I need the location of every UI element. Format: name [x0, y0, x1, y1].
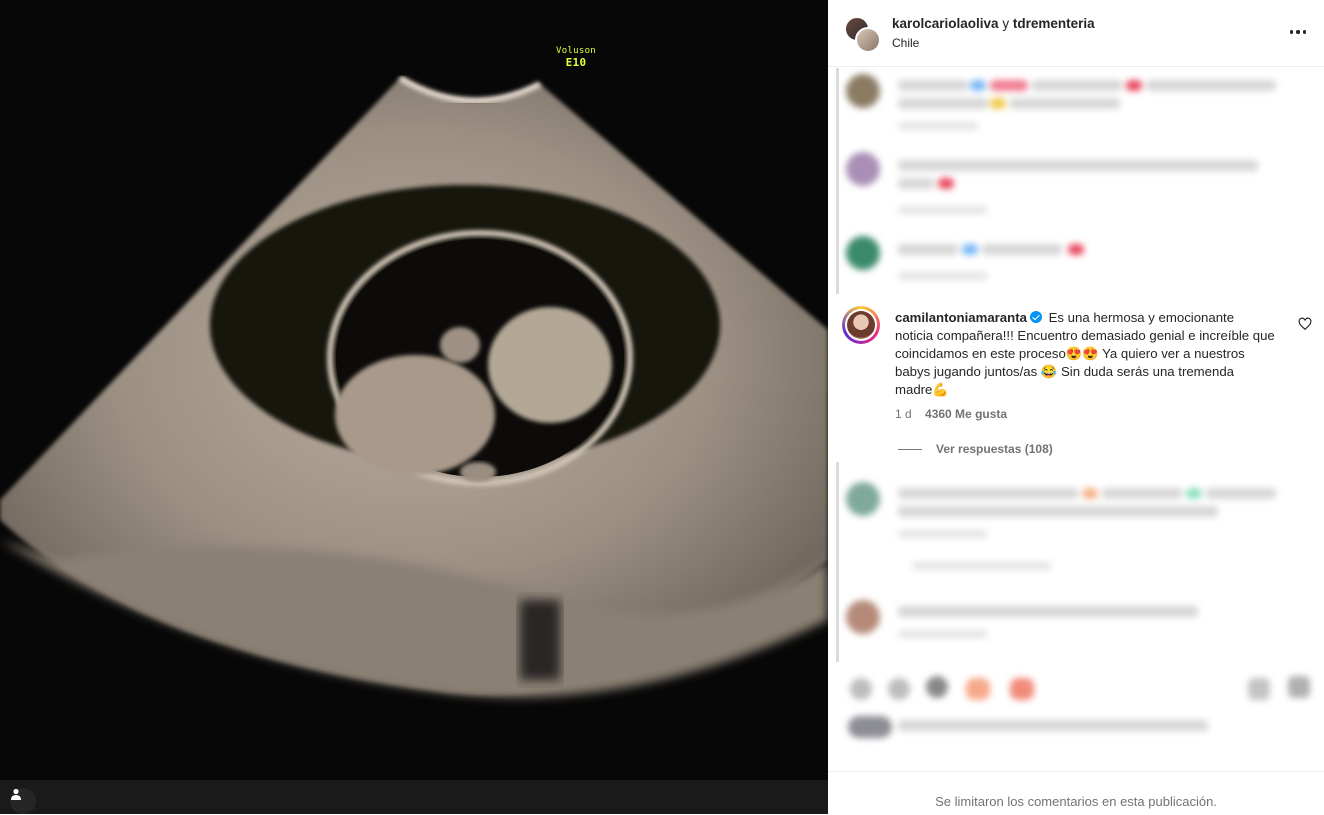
blurred-comment: [842, 476, 1312, 576]
replies-divider: [898, 449, 922, 451]
scanner-brand: Voluson: [556, 46, 597, 56]
view-replies-label: Ver respuestas (108): [936, 442, 1053, 456]
comment-likes[interactable]: 4360 Me gusta: [925, 407, 1007, 421]
author-avatars[interactable]: [844, 16, 881, 53]
comment-username[interactable]: camilantoniamaranta: [895, 310, 1027, 325]
more-options-icon[interactable]: [1286, 22, 1310, 42]
comment-meta: 1 d 4360 Me gusta: [895, 407, 1007, 421]
comment-age: 1 d: [895, 407, 912, 421]
blurred-comment: [842, 230, 1312, 292]
ultrasound-image: [0, 0, 828, 814]
blurred-comment: [842, 146, 1312, 222]
comment-body: camilantoniamaranta Es una hermosa y emo…: [895, 309, 1275, 399]
user-tag-button[interactable]: [10, 788, 36, 814]
comments-panel: karolcariolaoliva y tdrementeria Chile c…: [828, 0, 1324, 814]
view-replies-button[interactable]: Ver respuestas (108): [898, 442, 1053, 456]
scanner-model: E10: [565, 56, 587, 69]
scroll-indicator: [836, 462, 839, 662]
comment-avatar[interactable]: [842, 306, 880, 344]
coauthor-joiner: y: [1002, 16, 1010, 31]
comments-footer: Se limitaron los comentarios en esta pub…: [828, 771, 1324, 815]
verified-badge-icon: [1029, 311, 1042, 323]
location-link[interactable]: Chile: [892, 36, 919, 50]
author-link[interactable]: karolcariolaoliva: [892, 16, 999, 31]
scroll-indicator: [836, 68, 839, 294]
post-header: karolcariolaoliva y tdrementeria Chile: [828, 0, 1324, 67]
blurred-comment: [842, 594, 1312, 654]
heart-icon[interactable]: [1298, 317, 1312, 331]
post-media[interactable]: Voluson E10: [0, 0, 828, 814]
blurred-comment: [842, 68, 1312, 138]
coauthor-link[interactable]: tdrementeria: [1013, 16, 1095, 31]
author-names: karolcariolaoliva y tdrementeria: [892, 16, 1095, 31]
avatar: [855, 27, 881, 53]
scanner-label: Voluson E10: [556, 46, 596, 68]
user-tag-icon: [11, 788, 21, 800]
comments-limited-notice: Se limitaron los comentarios en esta pub…: [935, 794, 1217, 809]
blurred-actions: [842, 668, 1312, 764]
